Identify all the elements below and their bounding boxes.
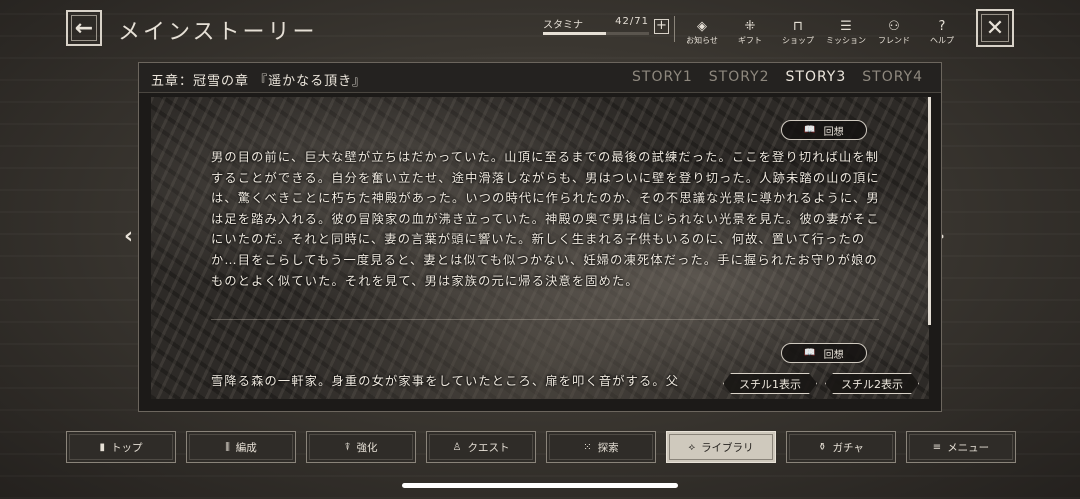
header-menu: ◈ お知らせ ⁜ ギフト ⊓ ショップ ☰ ミッション ⚇ フレンド ? ヘルプ	[678, 18, 966, 46]
book-icon: 📖	[804, 125, 816, 135]
tab-story4[interactable]: STORY4	[862, 69, 923, 85]
nav-menu-label: メニュー	[947, 441, 990, 454]
story-text-1: 男の目の前に、巨大な壁が立ちはだかっていた。山頂に至るまでの最後の試練だった。こ…	[211, 150, 880, 288]
enhance-icon: ⍒	[344, 441, 351, 453]
arrow-left-icon: ←	[74, 15, 94, 41]
nav-top-label: トップ	[111, 441, 143, 454]
menu-notice[interactable]: ◈ お知らせ	[678, 18, 726, 46]
nav-menu[interactable]: ≡ メニュー	[906, 431, 1016, 463]
stamina-bar	[543, 32, 649, 35]
notice-icon: ◈	[697, 19, 707, 34]
stamina-value: 42/71	[615, 16, 649, 27]
nav-quest[interactable]: ♙ クエスト	[426, 431, 536, 463]
shop-icon: ⊓	[792, 19, 804, 34]
chapter-title: 五章：冠雪の章 『遥かなる頂き』	[151, 74, 367, 89]
panel-header: 五章：冠雪の章 『遥かなる頂き』 STORY1 STORY2 STORY3 ST…	[139, 63, 941, 93]
gift-icon: ⁜	[744, 19, 756, 34]
close-icon: ✕	[985, 15, 1005, 41]
recall-button-1[interactable]: 📖 回想	[781, 120, 867, 140]
tab-story1[interactable]: STORY1	[632, 69, 693, 85]
tab-story2[interactable]: STORY2	[709, 69, 770, 85]
recall-button-2[interactable]: 📖 回想	[781, 343, 867, 363]
quest-icon: ♙	[452, 441, 462, 453]
recall-label-1: 回想	[823, 126, 844, 138]
story-panel: 五章：冠雪の章 『遥かなる頂き』 STORY1 STORY2 STORY3 ST…	[138, 62, 942, 412]
story-scroll-area[interactable]: 📖 回想 男の目の前に、巨大な壁が立ちはだかっていた。山頂に至るまでの最後の試練…	[151, 97, 929, 399]
home-indicator[interactable]	[402, 483, 678, 488]
add-stamina-button[interactable]: +	[654, 19, 669, 34]
story-tabs: STORY1 STORY2 STORY3 STORY4	[632, 69, 923, 85]
nav-enhance[interactable]: ⍒ 強化	[306, 431, 416, 463]
nav-gacha-label: ガチャ	[832, 441, 864, 454]
stamina-bar-fill	[543, 32, 606, 35]
nav-explore-label: 探索	[597, 441, 619, 454]
story-scrollbar[interactable]	[928, 97, 931, 325]
friend-icon: ⚇	[888, 19, 900, 34]
menu-mission[interactable]: ☰ ミッション	[822, 18, 870, 46]
back-button[interactable]: ←	[66, 10, 102, 46]
gacha-icon: ⚱	[818, 441, 827, 453]
stamina-meter: スタミナ 42/71 +	[537, 16, 671, 38]
nav-gacha[interactable]: ⚱ ガチャ	[786, 431, 896, 463]
close-button[interactable]: ✕	[976, 9, 1014, 47]
header-divider	[674, 16, 675, 42]
page-title: メインストーリー	[118, 20, 318, 45]
menu-shop-label: ショップ	[782, 36, 814, 45]
top-icon: ▮	[99, 441, 105, 453]
book-icon: 📖	[804, 348, 816, 358]
still-2-button[interactable]: スチル2表示	[825, 373, 919, 394]
formation-icon: ⫼	[225, 441, 230, 453]
story-text-block-1: 男の目の前に、巨大な壁が立ちはだかっていた。山頂に至るまでの最後の試練だった。こ…	[211, 147, 881, 291]
nav-formation-label: 編成	[235, 441, 257, 454]
story-divider	[211, 319, 879, 320]
mission-icon: ☰	[840, 19, 852, 34]
menu-friend-label: フレンド	[878, 36, 910, 45]
menu-icon: ≡	[932, 441, 942, 453]
menu-gift-label: ギフト	[738, 36, 762, 45]
stamina-label: スタミナ	[543, 20, 583, 31]
nav-enhance-label: 強化	[356, 441, 378, 454]
still-2-label: スチル2表示	[841, 377, 903, 391]
nav-quest-label: クエスト	[467, 441, 510, 454]
menu-shop[interactable]: ⊓ ショップ	[774, 18, 822, 46]
nav-top[interactable]: ▮ トップ	[66, 431, 176, 463]
bottom-nav: ▮ トップ ⫼ 編成 ⍒ 強化 ♙ クエスト ⁙ 探索 ⟡ ライブラリ ⚱ ガチ…	[66, 431, 1016, 463]
nav-library-label: ライブラリ	[701, 441, 754, 454]
nav-explore[interactable]: ⁙ 探索	[546, 431, 656, 463]
menu-friend[interactable]: ⚇ フレンド	[870, 18, 918, 46]
library-icon: ⟡	[688, 441, 696, 453]
still-1-label: スチル1表示	[739, 377, 801, 391]
nav-formation[interactable]: ⫼ 編成	[186, 431, 296, 463]
nav-library[interactable]: ⟡ ライブラリ	[666, 431, 776, 463]
chevron-left-icon: ‹	[124, 224, 134, 249]
prev-arrow-button[interactable]: ‹	[124, 224, 133, 249]
help-icon: ?	[938, 19, 946, 34]
menu-help-label: ヘルプ	[930, 36, 954, 45]
tab-story3[interactable]: STORY3	[786, 69, 847, 85]
explore-icon: ⁙	[583, 441, 592, 453]
recall-label-2: 回想	[823, 349, 844, 361]
menu-mission-label: ミッション	[826, 36, 866, 45]
menu-gift[interactable]: ⁜ ギフト	[726, 18, 774, 46]
menu-notice-label: お知らせ	[686, 36, 718, 45]
still-1-button[interactable]: スチル1表示	[723, 373, 817, 394]
menu-help[interactable]: ? ヘルプ	[918, 18, 966, 46]
